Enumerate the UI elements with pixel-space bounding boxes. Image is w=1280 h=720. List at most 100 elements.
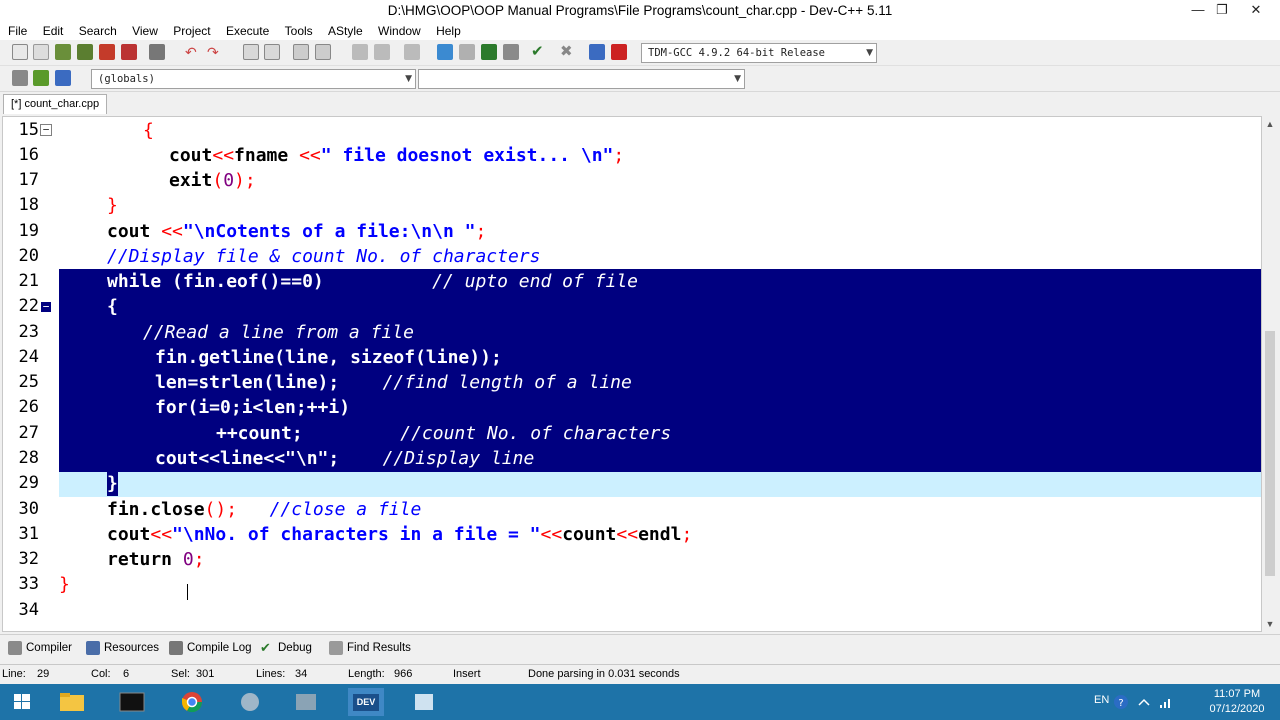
check-icon[interactable]: ✔ (531, 44, 547, 60)
status-col: 6 (123, 668, 130, 680)
tab-find-results[interactable]: Find Results (325, 638, 417, 658)
toggle-breakpoint-icon[interactable] (33, 70, 49, 86)
system-clock[interactable]: 11:07 PM 07/12/2020 (1202, 687, 1272, 717)
close-all-icon[interactable] (121, 44, 137, 60)
project-options-icon[interactable] (459, 44, 475, 60)
menu-window[interactable]: Window (378, 22, 421, 40)
replace-icon[interactable] (264, 44, 280, 60)
code-line: cout <<"\nCotents of a file:\n\n "; (107, 221, 487, 242)
find-icon[interactable] (243, 44, 259, 60)
menu-tools[interactable]: Tools (285, 22, 313, 40)
editor-tabs: [*] count_char.cpp (0, 92, 1280, 114)
close-file-icon[interactable] (99, 44, 115, 60)
open-file-icon[interactable] (33, 44, 49, 60)
close-button[interactable]: ✕ (1242, 0, 1270, 22)
scroll-down-icon[interactable]: ▼ (1262, 616, 1278, 632)
menu-astyle[interactable]: AStyle (328, 22, 363, 40)
code-line: //Display file & count No. of characters (107, 246, 541, 267)
window-title: D:\HMG\OOP\OOP Manual Programs\File Prog… (387, 3, 893, 18)
menu-project[interactable]: Project (173, 22, 210, 40)
class-browser-icon[interactable] (481, 44, 497, 60)
insert-icon[interactable] (12, 70, 28, 86)
secondary-toolbar: (globals) ▼ ▼ (0, 66, 1280, 92)
devcpp-icon[interactable]: DEV (348, 688, 384, 716)
save-icon[interactable] (55, 44, 71, 60)
code-line: cout<<line<<"\n"; //Display line (155, 448, 535, 469)
scope-select[interactable]: (globals) ▼ (91, 69, 416, 89)
help-icon[interactable]: ? (1110, 688, 1132, 716)
code-line: len=strlen(line); //find length of a lin… (155, 372, 632, 393)
scope-select-value: (globals) (98, 73, 155, 85)
goto-line-icon[interactable] (55, 70, 71, 86)
menu-execute[interactable]: Execute (226, 22, 269, 40)
scroll-up-icon[interactable]: ▲ (1262, 116, 1278, 132)
line-number: 28 (18, 448, 39, 468)
line-number: 19 (18, 221, 39, 241)
stop-icon[interactable]: ✖ (560, 44, 576, 60)
command-prompt-icon[interactable] (114, 688, 150, 716)
compiler-select[interactable]: TDM-GCC 4.9.2 64-bit Release ▼ (641, 43, 877, 63)
windows-start-icon[interactable] (4, 688, 40, 716)
fold-toggle-icon[interactable]: − (40, 124, 52, 136)
code-line: } (59, 574, 70, 595)
resources-icon (86, 641, 100, 655)
new-file-icon[interactable] (12, 44, 28, 60)
status-sel: 301 (196, 668, 215, 680)
fold-toggle-icon[interactable]: − (40, 301, 52, 313)
vertical-scrollbar[interactable]: ▲ ▼ (1262, 116, 1278, 632)
language-indicator[interactable]: EN (1094, 694, 1109, 706)
chart-icon[interactable] (589, 44, 605, 60)
tab-resources[interactable]: Resources (82, 638, 165, 658)
save-all-icon[interactable] (77, 44, 93, 60)
line-number: 29 (18, 473, 39, 493)
tab-compile-log[interactable]: Compile Log (165, 638, 258, 658)
undo-icon[interactable]: ↶ (185, 44, 201, 60)
status-message: Done parsing in 0.031 seconds (528, 668, 680, 680)
member-select[interactable]: ▼ (418, 69, 745, 89)
menu-edit[interactable]: Edit (43, 22, 64, 40)
code-line: fin.close(); //close a file (107, 499, 422, 520)
compiler-select-value: TDM-GCC 4.9.2 64-bit Release (648, 47, 826, 59)
redo-icon[interactable]: ↷ (207, 44, 223, 60)
file-explorer-icon[interactable] (54, 688, 90, 716)
tray-up-arrow-icon[interactable] (1134, 688, 1154, 716)
network-icon[interactable] (1156, 688, 1176, 716)
maximize-button[interactable]: ❐ (1208, 0, 1236, 22)
menu-search[interactable]: Search (79, 22, 117, 40)
chrome-icon[interactable] (174, 688, 210, 716)
profile-icon[interactable] (611, 44, 627, 60)
menu-bar: File Edit Search View Project Execute To… (0, 22, 1280, 40)
app-icon[interactable] (232, 688, 268, 716)
tab-debug[interactable]: ✔ Debug (256, 638, 318, 658)
print-icon[interactable] (149, 44, 165, 60)
indent-icon[interactable] (293, 44, 309, 60)
bookmark-icon[interactable] (374, 44, 390, 60)
current-line-highlight (57, 471, 1261, 497)
status-lines: 34 (295, 668, 308, 680)
tab-label: Debug (278, 642, 312, 654)
line-number: 31 (18, 524, 39, 544)
line-number: 24 (18, 347, 39, 367)
menu-view[interactable]: View (132, 22, 158, 40)
status-line-label: Line: (2, 668, 26, 680)
app-icon[interactable] (406, 688, 442, 716)
tab-label: Compile Log (187, 642, 252, 654)
chart-icon (169, 641, 183, 655)
line-number: 26 (18, 397, 39, 417)
tab-count-char[interactable]: [*] count_char.cpp (3, 94, 107, 114)
tab-compiler[interactable]: Compiler (4, 638, 78, 658)
goto-icon[interactable] (352, 44, 368, 60)
svg-text:?: ? (1118, 698, 1123, 709)
menu-file[interactable]: File (8, 22, 27, 40)
app-icon[interactable] (288, 688, 324, 716)
code-editor[interactable]: 15 16 17 18 19 20 21 22 23 24 25 26 27 2… (2, 116, 1262, 632)
new-project-icon[interactable] (437, 44, 453, 60)
unindent-icon[interactable] (315, 44, 331, 60)
menu-help[interactable]: Help (436, 22, 461, 40)
scrollbar-thumb[interactable] (1265, 331, 1275, 576)
status-sel-label: Sel: (171, 668, 190, 680)
code-line: while (fin.eof()==0) // upto end of file (107, 271, 639, 292)
toggle-icon[interactable] (404, 44, 420, 60)
tab-label: Resources (104, 642, 159, 654)
grid-icon[interactable] (503, 44, 519, 60)
